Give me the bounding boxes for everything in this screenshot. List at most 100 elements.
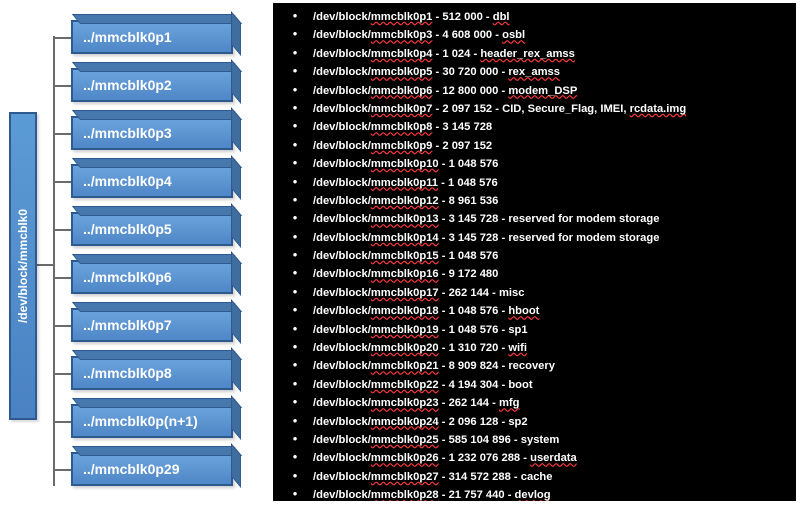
parent-device-label: /dev/block/mmcblk0 [16,209,30,323]
partition-row-text: /dev/block/mmcblk0p11 - 1 048 576 [313,178,498,189]
connector-child [53,469,71,471]
bullet-icon: • [277,340,313,353]
partition-row-text: /dev/block/mmcblk0p27 - 314 572 288 - ca… [313,472,553,483]
partition-block: ../mmcblk0p4 [71,164,233,198]
partition-row-text: /dev/block/mmcblk0p10 - 1 048 576 [313,159,498,170]
partition-row-text: /dev/block/mmcblk0p24 - 2 096 128 - sp2 [313,417,528,428]
partition-row: •/dev/block/mmcblk0p21 - 8 909 824 - rec… [277,358,786,372]
connector-child [53,325,71,327]
partition-block-label: ../mmcblk0p4 [83,173,172,189]
partition-row: •/dev/block/mmcblk0p10 - 1 048 576 [277,156,786,170]
partition-block: ../mmcblk0p(n+1) [71,404,233,438]
bullet-icon: • [277,230,313,243]
partition-row: •/dev/block/mmcblk0p17 - 262 144 - misc [277,285,786,299]
partition-row-text: /dev/block/mmcblk0p8 - 3 145 728 [313,122,492,133]
partition-row: •/dev/block/mmcblk0p6 - 12 800 000 - mod… [277,83,786,97]
partition-row-text: /dev/block/mmcblk0p5 - 30 720 000 - rex_… [313,67,560,78]
partition-row-text: /dev/block/mmcblk0p25 - 585 104 896 - sy… [313,435,559,446]
partition-block: ../mmcblk0p3 [71,116,233,150]
bullet-icon: • [277,9,313,22]
connector-child [53,421,71,423]
connector-child [53,181,71,183]
partition-block-label: ../mmcblk0p7 [83,317,172,333]
partition-diagram: /dev/block/mmcblk0 ../mmcblk0p1 ../mmcblk… [9,10,269,500]
partition-row: •/dev/block/mmcblk0p19 - 1 048 576 - sp1 [277,322,786,336]
partition-row-text: /dev/block/mmcblk0p28 - 21 757 440 - dev… [313,490,551,501]
partition-block: ../mmcblk0p5 [71,212,233,246]
partition-row: •/dev/block/mmcblk0p25 - 585 104 896 - s… [277,432,786,446]
partition-row-text: /dev/block/mmcblk0p7 - 2 097 152 - CID, … [313,104,686,115]
partition-row: •/dev/block/mmcblk0p9 - 2 097 152 [277,138,786,152]
parent-device-block: /dev/block/mmcblk0 [9,112,37,420]
partition-row: •/dev/block/mmcblk0p16 - 9 172 480 [277,266,786,280]
partition-row: •/dev/block/mmcblk0p11 - 1 048 576 [277,175,786,189]
partition-list: •/dev/block/mmcblk0p1 - 512 000 - dbl•/d… [277,9,786,501]
partition-row: •/dev/block/mmcblk0p12 - 8 961 536 [277,193,786,207]
bullet-icon: • [277,138,313,151]
partition-row-text: /dev/block/mmcblk0p18 - 1 048 576 - hboo… [313,306,539,317]
bullet-icon: • [277,266,313,279]
bullet-icon: • [277,175,313,188]
connector-child [53,85,71,87]
bullet-icon: • [277,469,313,482]
partition-row-text: /dev/block/mmcblk0p3 - 4 608 000 - osbl [313,30,525,41]
partition-block: ../mmcblk0p1 [71,20,233,54]
partition-block: ../mmcblk0p7 [71,308,233,342]
partition-row: •/dev/block/mmcblk0p24 - 2 096 128 - sp2 [277,414,786,428]
bullet-icon: • [277,303,313,316]
partition-row-text: /dev/block/mmcblk0p26 - 1 232 076 288 - … [313,453,577,464]
partition-row: •/dev/block/mmcblk0p22 - 4 194 304 - boo… [277,377,786,391]
partition-row: •/dev/block/mmcblk0p8 - 3 145 728 [277,119,786,133]
bullet-icon: • [277,193,313,206]
partition-block: ../mmcblk0p29 [71,452,233,486]
partition-row-text: /dev/block/mmcblk0p12 - 8 961 536 [313,196,498,207]
bullet-icon: • [277,248,313,261]
bullet-icon: • [277,358,313,371]
partition-row-text: /dev/block/mmcblk0p1 - 512 000 - dbl [313,12,510,23]
connector-child [53,133,71,135]
partition-row-text: /dev/block/mmcblk0p6 - 12 800 000 - mode… [313,86,577,97]
partition-row-text: /dev/block/mmcblk0p23 - 262 144 - mfg [313,398,520,409]
bullet-icon: • [277,432,313,445]
partition-block: ../mmcblk0p2 [71,68,233,102]
bullet-icon: • [277,414,313,427]
partition-block-label: ../mmcblk0p6 [83,269,172,285]
partition-row-text: /dev/block/mmcblk0p15 - 1 048 576 [313,251,498,262]
partition-row: •/dev/block/mmcblk0p18 - 1 048 576 - hbo… [277,303,786,317]
partition-row-text: /dev/block/mmcblk0p16 - 9 172 480 [313,269,498,280]
partition-block-label: ../mmcblk0p5 [83,221,172,237]
partition-block-label: ../mmcblk0p(n+1) [83,413,198,429]
partition-row: •/dev/block/mmcblk0p5 - 30 720 000 - rex… [277,64,786,78]
partition-block: ../mmcblk0p6 [71,260,233,294]
partition-row: •/dev/block/mmcblk0p20 - 1 310 720 - wif… [277,340,786,354]
partition-row: •/dev/block/mmcblk0p1 - 512 000 - dbl [277,9,786,23]
partition-row: •/dev/block/mmcblk0p4 - 1 024 - header_r… [277,46,786,60]
connector-child [53,229,71,231]
partition-row: •/dev/block/mmcblk0p15 - 1 048 576 [277,248,786,262]
partition-block-label: ../mmcblk0p2 [83,77,172,93]
connector-parent [37,264,53,266]
partition-row-text: /dev/block/mmcblk0p4 - 1 024 - header_re… [313,49,575,60]
bullet-icon: • [277,487,313,500]
partition-row: •/dev/block/mmcblk0p3 - 4 608 000 - osbl [277,27,786,41]
partition-block: ../mmcblk0p8 [71,356,233,390]
partition-row: •/dev/block/mmcblk0p27 - 314 572 288 - c… [277,469,786,483]
bullet-icon: • [277,64,313,77]
partition-row-text: /dev/block/mmcblk0p17 - 262 144 - misc [313,288,524,299]
partition-row: •/dev/block/mmcblk0p23 - 262 144 - mfg [277,395,786,409]
bullet-icon: • [277,450,313,463]
bullet-icon: • [277,119,313,132]
bullet-icon: • [277,285,313,298]
bullet-icon: • [277,27,313,40]
partition-block-label: ../mmcblk0p29 [83,461,180,477]
partition-row: •/dev/block/mmcblk0p28 - 21 757 440 - de… [277,487,786,501]
partition-listing: •/dev/block/mmcblk0p1 - 512 000 - dbl•/d… [273,3,796,501]
bullet-icon: • [277,83,313,96]
partition-row-text: /dev/block/mmcblk0p20 - 1 310 720 - wifi [313,343,527,354]
connector-child [53,277,71,279]
partition-row-text: /dev/block/mmcblk0p9 - 2 097 152 [313,141,492,152]
bullet-icon: • [277,377,313,390]
partition-row: •/dev/block/mmcblk0p7 - 2 097 152 - CID,… [277,101,786,115]
bullet-icon: • [277,211,313,224]
partition-block-label: ../mmcblk0p8 [83,365,172,381]
